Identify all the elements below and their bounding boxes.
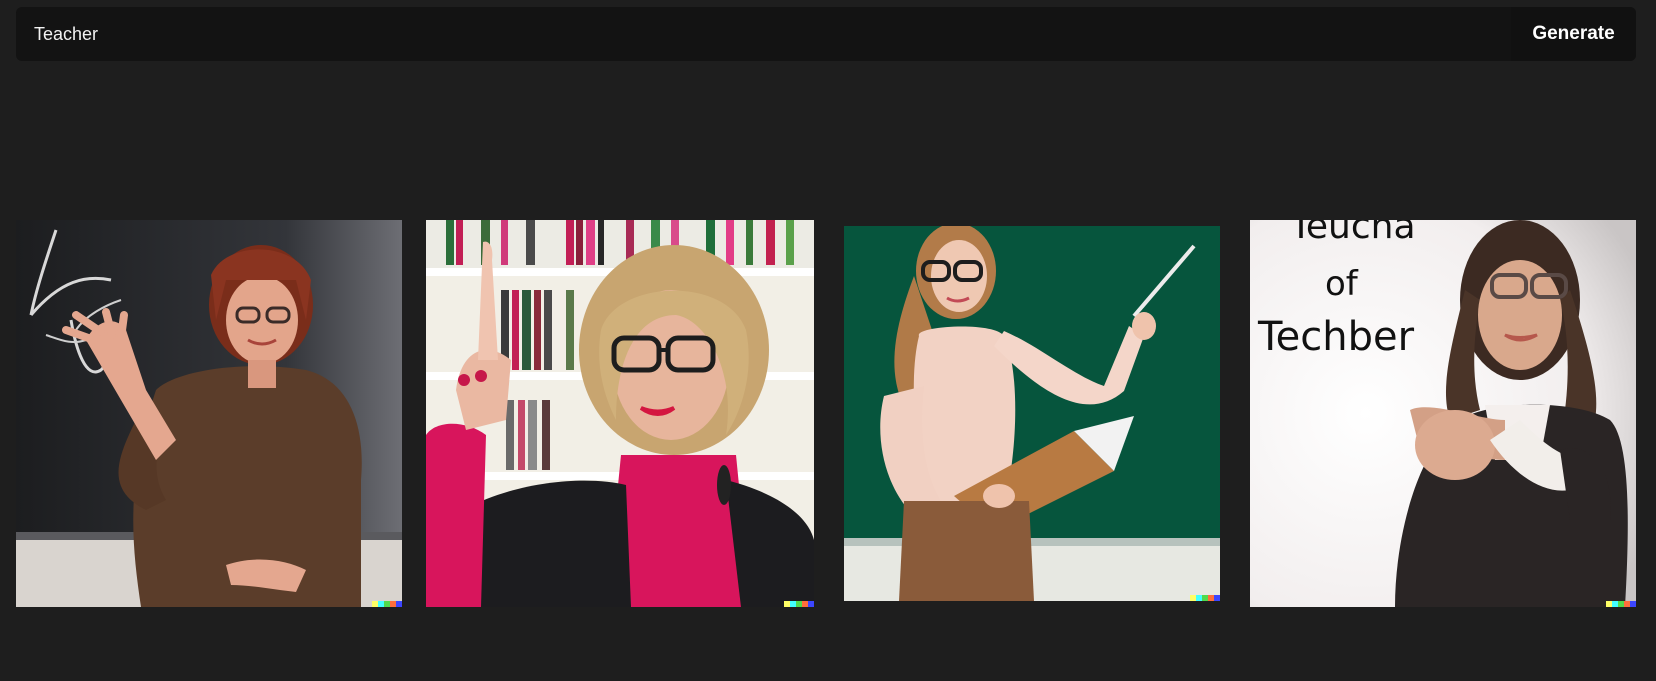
result-image-2[interactable] (426, 220, 814, 607)
board-text-line-2: of (1325, 264, 1359, 304)
prompt-bar: Generate (16, 7, 1636, 61)
result-image-3[interactable] (844, 226, 1220, 601)
result-image-2-picture (426, 220, 814, 607)
result-image-3-picture (844, 226, 1220, 601)
board-text-layer: Teucha of Techber (1257, 220, 1416, 360)
result-image-2-signature (784, 601, 814, 607)
result-image-4[interactable]: Teucha of Techber (1250, 220, 1636, 607)
result-image-4-signature (1606, 601, 1636, 607)
result-image-1-signature (372, 601, 402, 607)
board-text-line-3: Techber (1257, 314, 1415, 360)
result-image-1-picture (16, 220, 402, 607)
result-image-1[interactable] (16, 220, 402, 607)
prompt-input[interactable] (16, 7, 1511, 61)
generate-button[interactable]: Generate (1511, 7, 1636, 61)
result-image-3-signature (1190, 595, 1220, 601)
board-text-line-1: Teucha (1289, 220, 1416, 247)
